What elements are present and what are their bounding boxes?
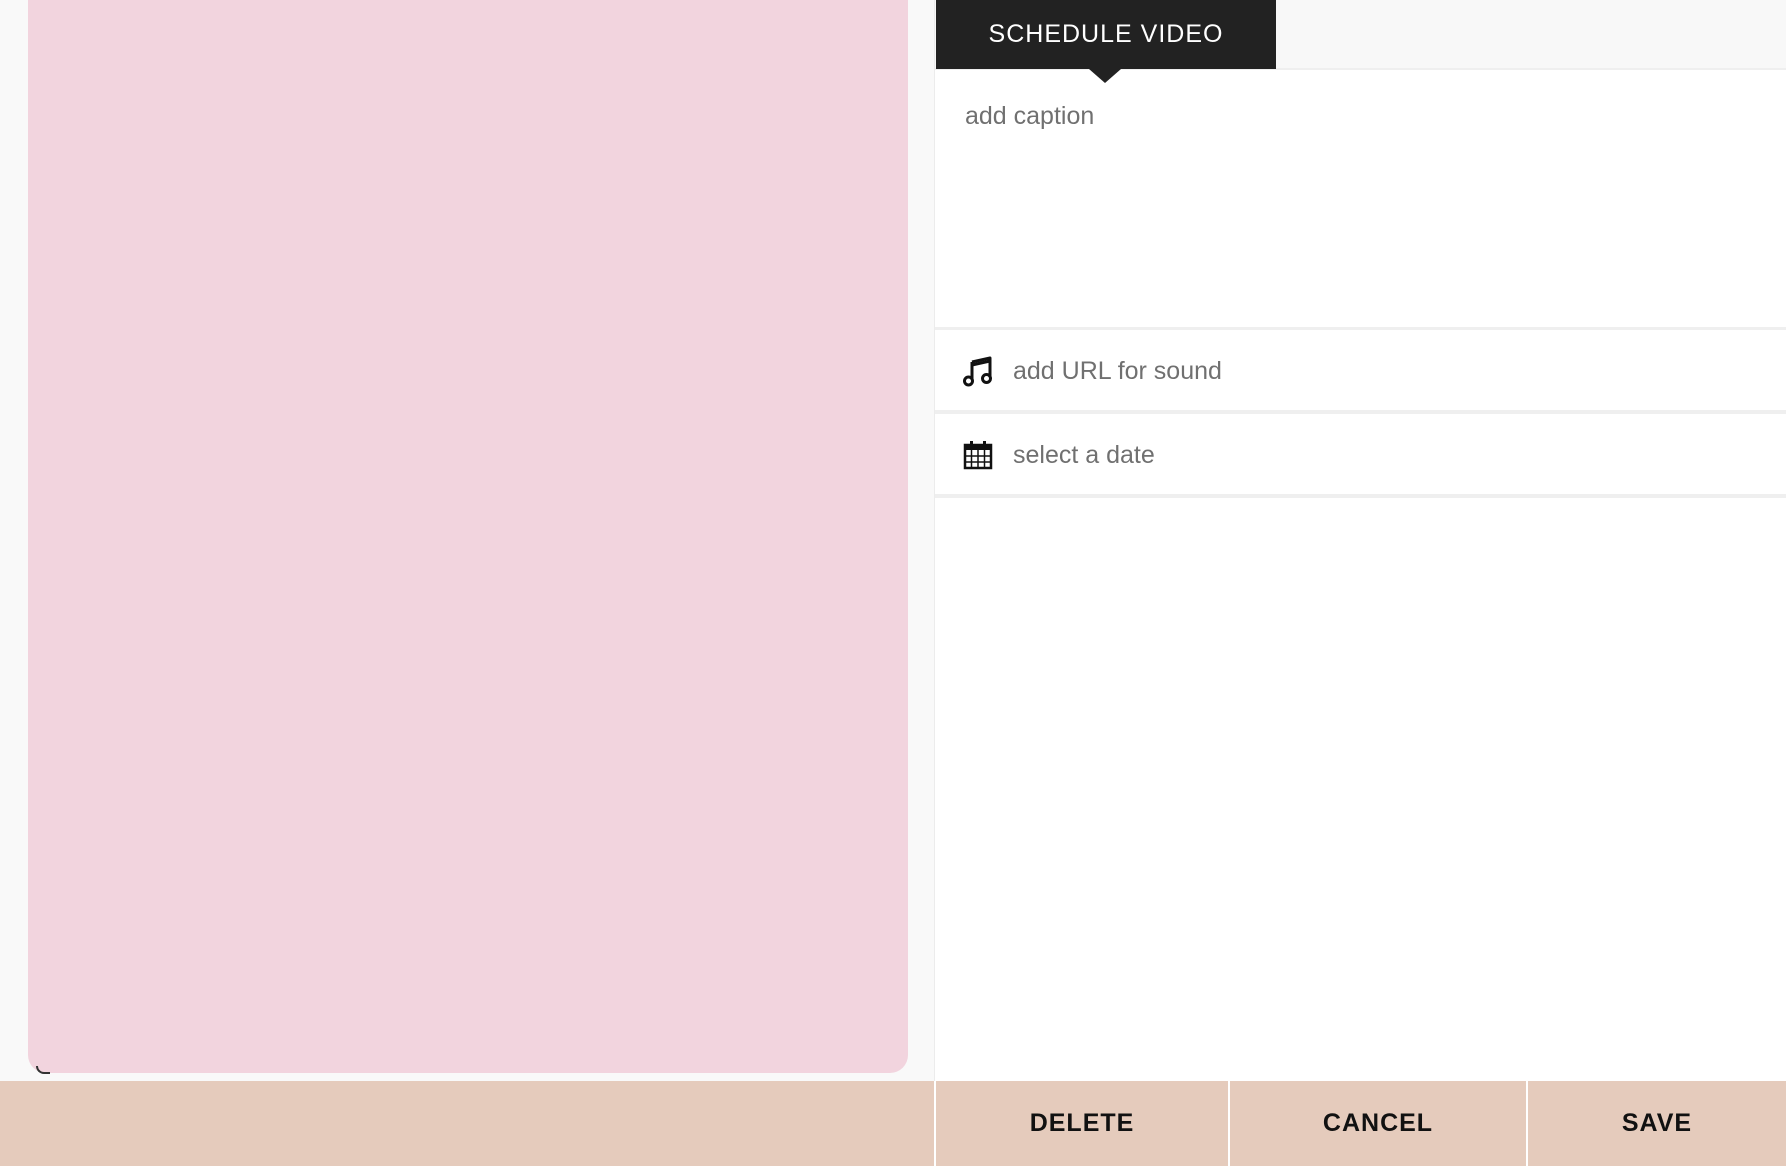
caption-box [935, 72, 1786, 330]
date-input[interactable] [1011, 425, 1786, 485]
date-row [935, 416, 1786, 498]
save-button[interactable]: SAVE [1526, 1081, 1786, 1166]
caption-input[interactable] [935, 72, 1786, 327]
preview-handle [36, 1066, 50, 1074]
delete-button[interactable]: DELETE [934, 1081, 1228, 1166]
delete-button-label: DELETE [1029, 1109, 1135, 1137]
calendar-icon [961, 438, 995, 472]
sound-url-input[interactable] [1011, 341, 1786, 401]
sound-url-row [935, 332, 1786, 414]
save-button-label: SAVE [1621, 1109, 1693, 1137]
cancel-button[interactable]: CANCEL [1228, 1081, 1526, 1166]
music-note-icon [961, 354, 995, 388]
schedule-panel: SCHEDULE VIDEO [934, 0, 1786, 1081]
action-bar: DELETE CANCEL SAVE [0, 1081, 1786, 1166]
cancel-button-label: CANCEL [1322, 1109, 1434, 1137]
tab-schedule-video-label: SCHEDULE VIDEO [988, 20, 1224, 48]
tab-schedule-video[interactable]: SCHEDULE VIDEO [936, 0, 1276, 69]
video-preview[interactable] [28, 0, 908, 1073]
video-preview-area [0, 0, 934, 1081]
tab-bar: SCHEDULE VIDEO [935, 0, 1786, 83]
